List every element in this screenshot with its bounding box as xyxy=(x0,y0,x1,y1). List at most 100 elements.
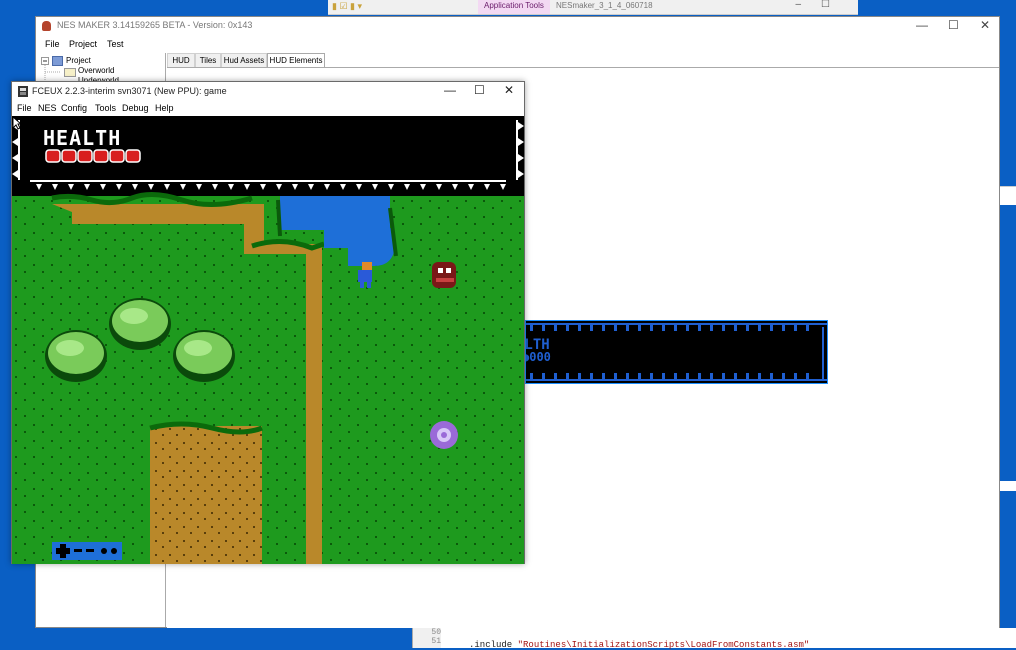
hud-preview-tick xyxy=(734,325,737,331)
hud-preview-canvas[interactable]: ALTH ●000 xyxy=(525,320,828,384)
explorer-window-controls[interactable]: –☐ xyxy=(795,0,850,10)
fceux-titlebar[interactable]: FCEUX 2.2.3-interim svn3071 (New PPU): g… xyxy=(12,82,524,102)
hud-preview-tick xyxy=(770,373,773,379)
menu-help[interactable]: Help xyxy=(155,103,174,113)
menu-tools[interactable]: Tools xyxy=(95,103,116,113)
hud-preview-tick xyxy=(650,325,653,331)
health-cell xyxy=(109,149,125,163)
close-icon[interactable]: ✕ xyxy=(504,83,514,97)
menu-file[interactable]: File xyxy=(45,39,60,49)
hud-preview-value: ●000 xyxy=(526,350,551,364)
hud-preview-tick xyxy=(734,373,737,379)
tree xyxy=(45,330,107,382)
menu-project[interactable]: Project xyxy=(69,39,97,49)
enemy-sprite-red xyxy=(432,262,456,288)
dirt-field xyxy=(150,426,262,564)
maximize-icon[interactable]: ☐ xyxy=(948,18,959,32)
code-keyword: .include xyxy=(469,640,513,650)
menu-config[interactable]: Config xyxy=(61,103,87,113)
hud-preview-tick xyxy=(530,325,533,331)
minimize-icon[interactable]: — xyxy=(916,18,928,32)
hud-preview-tick xyxy=(770,325,773,331)
hud-preview-tick xyxy=(554,373,557,379)
hud-preview-tick xyxy=(650,373,653,379)
hud-preview-tick xyxy=(590,325,593,331)
hud-preview-tick xyxy=(794,373,797,379)
background-window-edge xyxy=(1000,186,1016,205)
hud-preview-tick xyxy=(578,373,581,379)
tree xyxy=(173,330,235,382)
hud-preview-tick xyxy=(698,325,701,331)
hud-health-label: HEALTH xyxy=(43,126,122,150)
nesmaker-app-icon xyxy=(42,21,51,31)
nesmaker-menubar: File Project Test xyxy=(36,36,999,53)
hud-preview-tick xyxy=(542,373,545,379)
code-line[interactable]: .include "Routines\InitializationScripts… xyxy=(469,640,809,650)
hud-preview-tick xyxy=(686,373,689,379)
hud-preview-tick xyxy=(806,373,809,379)
health-cell xyxy=(61,149,77,163)
hud-preview-tick xyxy=(662,325,665,331)
dirt-path xyxy=(52,204,252,224)
tree-node-overworld[interactable]: Overworld xyxy=(78,66,114,75)
hud-preview-tick xyxy=(602,373,605,379)
game-screen[interactable]: HEALTH xyxy=(12,116,524,564)
line-number: 50 xyxy=(431,628,441,637)
explorer-breadcrumb: NESmaker_3_1_4_060718 xyxy=(556,1,653,10)
background-explorer-window[interactable]: ▮ ☑ ▮ ▾ Application Tools NESmaker_3_1_4… xyxy=(328,0,858,15)
hud-preview-tick xyxy=(662,373,665,379)
menu-file[interactable]: File xyxy=(17,103,32,113)
code-string: "Routines\InitializationScripts\LoadFrom… xyxy=(517,640,810,650)
hud-preview-tick xyxy=(722,373,725,379)
hud-preview-tick xyxy=(782,373,785,379)
line-number: 51 xyxy=(431,637,441,646)
hud-preview-tick xyxy=(746,373,749,379)
tab-tiles[interactable]: Tiles xyxy=(195,53,221,67)
hud-preview-tick xyxy=(554,325,557,331)
hud-preview-tick xyxy=(758,373,761,379)
hud-preview-tick xyxy=(542,325,545,331)
hud-preview-tick xyxy=(566,325,569,331)
hud-preview-tick xyxy=(614,325,617,331)
health-cell xyxy=(77,149,93,163)
menu-nes[interactable]: NES xyxy=(38,103,57,113)
hud-preview-tick xyxy=(698,373,701,379)
hud-preview-tick xyxy=(710,373,713,379)
bottom-item-strip xyxy=(52,542,122,560)
ribbon-tab-application-tools[interactable]: Application Tools xyxy=(478,0,550,14)
hud-preview-border xyxy=(526,323,827,381)
tab-hud-elements[interactable]: HUD Elements xyxy=(267,53,325,67)
hud-preview-tick xyxy=(674,325,677,331)
tree xyxy=(109,298,171,350)
minimize-icon[interactable]: — xyxy=(444,83,456,97)
close-icon[interactable]: ✕ xyxy=(980,18,990,32)
menu-test[interactable]: Test xyxy=(107,39,124,49)
menu-debug[interactable]: Debug xyxy=(122,103,149,113)
fceux-app-icon xyxy=(18,86,28,97)
maximize-icon[interactable]: ☐ xyxy=(474,83,485,97)
hud-preview-tick xyxy=(614,373,617,379)
nesmaker-tabs: HUD Tiles Hud Assets HUD Elements xyxy=(167,53,999,67)
nesmaker-titlebar[interactable]: NES MAKER 3.14159265 BETA - Version: 0x1… xyxy=(36,17,999,36)
tree-node-project[interactable]: Project xyxy=(66,56,91,65)
hud-preview-tick xyxy=(674,373,677,379)
hud-preview-tick xyxy=(578,325,581,331)
health-cell xyxy=(45,149,61,163)
nesmaker-window-title: NES MAKER 3.14159265 BETA - Version: 0x1… xyxy=(57,20,253,30)
hud-preview-tick xyxy=(686,325,689,331)
background-code-editor[interactable]: 50 51 .include "Routines\InitializationS… xyxy=(412,628,1016,650)
health-cell xyxy=(125,149,141,163)
hud-preview-tick xyxy=(566,373,569,379)
hud-preview-tick xyxy=(806,325,809,331)
enemy-sprite-purple xyxy=(430,421,458,449)
hud-preview-tick xyxy=(782,325,785,331)
quick-access-icons: ▮ ☑ ▮ ▾ xyxy=(332,1,362,11)
hud-preview-tick xyxy=(758,325,761,331)
tab-hud-assets[interactable]: Hud Assets xyxy=(221,53,267,67)
hud-preview-tick xyxy=(710,325,713,331)
game-scene xyxy=(12,116,524,564)
hud-preview-tick xyxy=(530,373,533,379)
hud-preview-tick xyxy=(602,325,605,331)
tab-hud[interactable]: HUD xyxy=(167,53,195,67)
hud-preview-tick xyxy=(638,373,641,379)
